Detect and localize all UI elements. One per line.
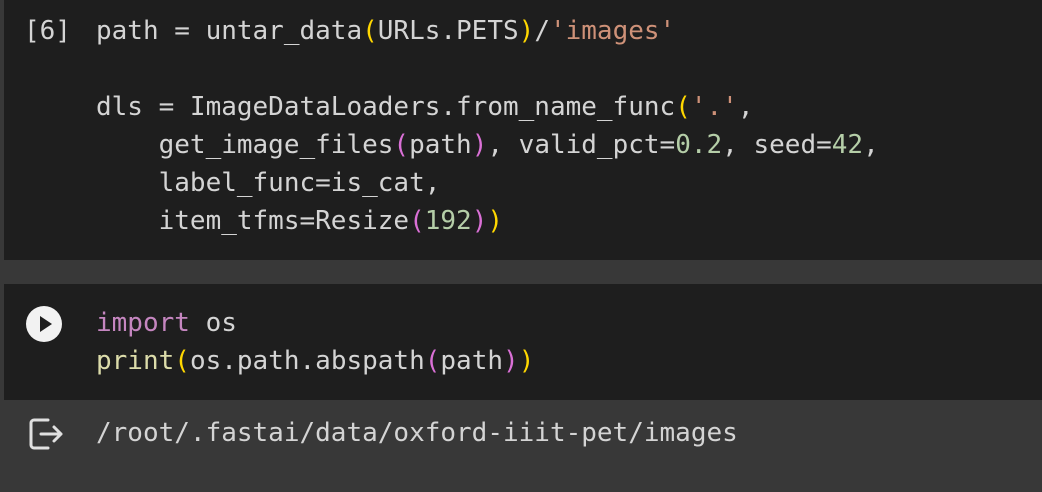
code-token: get_image_files: [96, 130, 394, 160]
code-token: 42: [831, 130, 864, 160]
code-token: (: [409, 206, 425, 236]
code-token: ,: [737, 92, 754, 122]
code-cell-2[interactable]: import os print(os.path.abspath(path)): [4, 284, 1042, 400]
code-token: (: [675, 92, 691, 122]
code-token: dls = ImageDataLoaders.from_name_func: [96, 92, 676, 122]
code-token: ): [503, 346, 519, 376]
code-editor-1[interactable]: path = untar_data(URLs.PETS)/'images' dls…: [96, 12, 879, 240]
code-token: ): [487, 206, 504, 236]
code-line: import os: [96, 304, 534, 342]
code-token: ): [518, 346, 535, 376]
cell-output: /root/.fastai/data/oxford-iiit-pet/image…: [4, 400, 1042, 492]
code-token: (: [424, 346, 441, 376]
code-token: path: [409, 130, 472, 160]
run-cell-button[interactable]: [26, 306, 62, 342]
code-token: '.': [690, 92, 738, 122]
code-token: ): [471, 130, 488, 160]
code-token: path: [440, 346, 504, 376]
code-line: print(os.path.abspath(path)): [96, 342, 534, 380]
code-token: os.path.abspath: [189, 346, 425, 376]
code-line: dls = ImageDataLoaders.from_name_func('.…: [96, 88, 879, 126]
output-text[interactable]: /root/.fastai/data/oxford-iiit-pet/image…: [96, 414, 738, 452]
output-redirect-icon: [29, 418, 63, 450]
code-token: 192: [424, 206, 472, 236]
code-editor-2[interactable]: import os print(os.path.abspath(path)): [96, 304, 534, 380]
code-token: ): [518, 16, 535, 46]
code-token: , seed=: [722, 130, 832, 160]
code-token: print: [96, 346, 175, 376]
code-line: path = untar_data(URLs.PETS)/'images': [96, 12, 879, 50]
code-line: label_func=is_cat,: [96, 164, 879, 202]
code-line: get_image_files(path), valid_pct=0.2, se…: [96, 126, 879, 164]
code-token: os: [189, 308, 237, 338]
code-token: (: [393, 130, 410, 160]
code-token: import: [96, 308, 190, 338]
code-token: /: [534, 16, 550, 46]
code-token: ,: [863, 130, 879, 160]
code-token: URLs.PETS: [377, 16, 519, 46]
code-token: 'images': [549, 16, 676, 46]
code-token: (: [362, 16, 378, 46]
code-token: 0.2: [675, 130, 723, 160]
code-token: (: [174, 346, 190, 376]
code-token: ): [471, 206, 488, 236]
code-token: , valid_pct=: [487, 130, 676, 160]
code-line: item_tfms=Resize(192)): [96, 202, 879, 240]
code-token: path = untar_data: [96, 16, 363, 46]
code-token: item_tfms=Resize: [96, 206, 410, 236]
code-token: label_func=is_cat,: [96, 168, 441, 198]
execution-count: [6]: [24, 16, 71, 46]
code-cell-1[interactable]: [6] path = untar_data(URLs.PETS)/'images…: [4, 0, 1042, 260]
